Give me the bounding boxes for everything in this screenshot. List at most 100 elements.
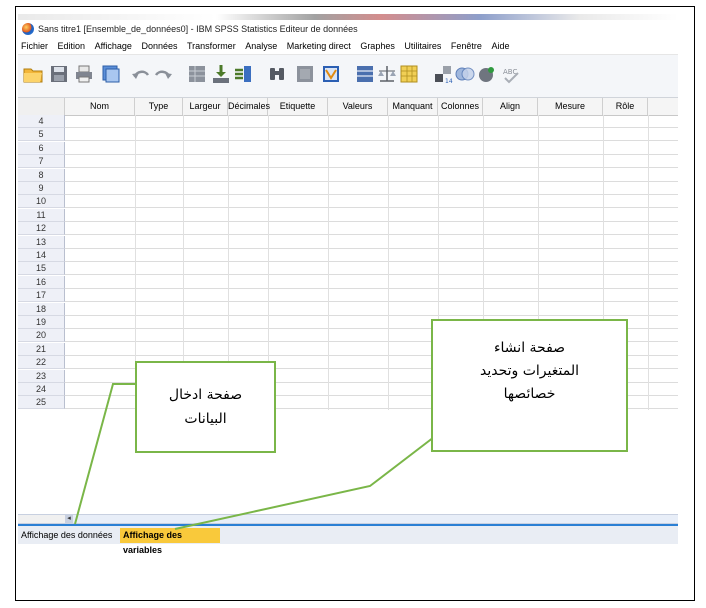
table-row: 16 bbox=[18, 275, 678, 289]
toolbar: 14 ABC bbox=[18, 55, 678, 98]
table-row: 13 bbox=[18, 235, 678, 249]
row-cells[interactable] bbox=[65, 169, 678, 182]
show-all-icon[interactable] bbox=[476, 63, 498, 85]
row-number[interactable]: 5 bbox=[18, 128, 65, 142]
col-nom[interactable]: Nom bbox=[65, 98, 135, 115]
row-number[interactable]: 17 bbox=[18, 289, 65, 303]
row-cells[interactable] bbox=[65, 303, 678, 316]
row-cells[interactable] bbox=[65, 289, 678, 303]
table-row: 5 bbox=[18, 128, 678, 142]
row-cells[interactable] bbox=[65, 182, 678, 195]
row-number[interactable]: 22 bbox=[18, 356, 65, 370]
row-number[interactable]: 25 bbox=[18, 396, 65, 410]
row-number[interactable]: 11 bbox=[18, 208, 65, 222]
menu-utilitaires[interactable]: Utilitaires bbox=[404, 38, 441, 54]
menu-graphes[interactable]: Graphes bbox=[360, 38, 395, 54]
row-cells[interactable] bbox=[65, 249, 678, 262]
row-number[interactable]: 7 bbox=[18, 155, 65, 169]
scroll-left-arrow-icon[interactable]: ◂ bbox=[65, 515, 73, 523]
svg-text:14: 14 bbox=[445, 78, 453, 85]
menu-affichage[interactable]: Affichage bbox=[95, 38, 132, 54]
row-number[interactable]: 16 bbox=[18, 275, 65, 289]
col-valeurs[interactable]: Valeurs bbox=[328, 98, 388, 115]
row-number[interactable]: 8 bbox=[18, 168, 65, 182]
grid-column-line bbox=[328, 115, 329, 410]
row-number[interactable]: 19 bbox=[18, 316, 65, 329]
row-number[interactable]: 20 bbox=[18, 329, 65, 343]
row-cells[interactable] bbox=[65, 115, 678, 128]
row-number[interactable]: 9 bbox=[18, 182, 65, 195]
redo-icon[interactable] bbox=[152, 63, 174, 85]
row-number[interactable]: 13 bbox=[18, 235, 65, 249]
spss-app-icon bbox=[22, 23, 34, 35]
grid-header: Nom Type Largeur Décimales Etiquette Val… bbox=[18, 98, 678, 116]
col-decimales[interactable]: Décimales bbox=[228, 98, 270, 115]
print-icon[interactable] bbox=[73, 63, 95, 85]
menu-donnees[interactable]: Données bbox=[141, 38, 177, 54]
col-mesure[interactable]: Mesure bbox=[538, 98, 603, 115]
row-number[interactable]: 10 bbox=[18, 195, 65, 209]
row-number[interactable]: 6 bbox=[18, 141, 65, 155]
row-cells[interactable] bbox=[65, 236, 678, 249]
menu-marketing-direct[interactable]: Marketing direct bbox=[287, 38, 351, 54]
table-row: 9 bbox=[18, 182, 678, 195]
row-cells[interactable] bbox=[65, 262, 678, 276]
callout-left-line1: صفحة ادخال bbox=[168, 387, 243, 403]
col-type[interactable]: Type bbox=[135, 98, 183, 115]
menu-aide[interactable]: Aide bbox=[491, 38, 509, 54]
row-number[interactable]: 15 bbox=[18, 262, 65, 276]
col-role[interactable]: Rôle bbox=[603, 98, 648, 115]
insert-variable-icon[interactable] bbox=[320, 63, 342, 85]
value-labels-icon[interactable]: 14 bbox=[432, 63, 454, 85]
col-largeur[interactable]: Largeur bbox=[183, 98, 228, 115]
col-etiquette[interactable]: Etiquette bbox=[268, 98, 328, 115]
select-cases-icon[interactable] bbox=[398, 63, 420, 85]
row-number[interactable]: 14 bbox=[18, 249, 65, 262]
row-cells[interactable] bbox=[65, 222, 678, 236]
spell-check-icon[interactable]: ABC bbox=[500, 63, 522, 85]
col-align[interactable]: Align bbox=[483, 98, 538, 115]
row-cells[interactable] bbox=[65, 142, 678, 155]
tab-variable-view[interactable]: Affichage des variables bbox=[120, 528, 220, 555]
table-row: 17 bbox=[18, 289, 678, 303]
weight-cases-icon[interactable] bbox=[376, 63, 398, 85]
col-colonnes[interactable]: Colonnes bbox=[438, 98, 483, 115]
variables-icon[interactable] bbox=[232, 63, 254, 85]
use-sets-icon[interactable] bbox=[454, 63, 476, 85]
menu-fenetre[interactable]: Fenêtre bbox=[451, 38, 482, 54]
row-cells[interactable] bbox=[65, 195, 678, 209]
menu-analyse[interactable]: Analyse bbox=[245, 38, 277, 54]
callout-left-line2: البيانات bbox=[184, 411, 227, 427]
row-number[interactable]: 23 bbox=[18, 369, 65, 383]
insert-cases-icon[interactable] bbox=[294, 63, 316, 85]
row-number[interactable]: 4 bbox=[18, 115, 65, 128]
scroll-corner bbox=[18, 515, 65, 523]
goto-variable-icon[interactable] bbox=[210, 63, 232, 85]
table-row: 14 bbox=[18, 249, 678, 262]
dialog-recall-icon[interactable] bbox=[100, 63, 122, 85]
horizontal-scrollbar[interactable]: ◂ bbox=[18, 514, 678, 524]
menu-fichier[interactable]: Fichier bbox=[21, 38, 48, 54]
col-manquant[interactable]: Manquant bbox=[388, 98, 438, 115]
row-number[interactable]: 21 bbox=[18, 342, 65, 356]
row-cells[interactable] bbox=[65, 155, 678, 169]
callout-data-entry: صفحة ادخال البيانات bbox=[135, 361, 276, 453]
row-cells[interactable] bbox=[65, 276, 678, 289]
row-cells[interactable] bbox=[65, 209, 678, 222]
tab-data-view[interactable]: Affichage des données bbox=[18, 528, 120, 543]
row-number[interactable]: 18 bbox=[18, 302, 65, 316]
row-number[interactable]: 12 bbox=[18, 222, 65, 236]
save-icon[interactable] bbox=[48, 63, 70, 85]
open-folder-icon[interactable] bbox=[22, 63, 44, 85]
table-row: 10 bbox=[18, 195, 678, 209]
undo-icon[interactable] bbox=[130, 63, 152, 85]
row-cells[interactable] bbox=[65, 128, 678, 142]
menu-edition[interactable]: Edition bbox=[58, 38, 86, 54]
callout-variable-creation: صفحة انشاء المتغيرات وتحديد خصائصها bbox=[431, 319, 628, 452]
find-icon[interactable] bbox=[266, 63, 288, 85]
title-bar: Sans titre1 [Ensemble_de_données0] - IBM… bbox=[18, 20, 678, 38]
menu-transformer[interactable]: Transformer bbox=[187, 38, 236, 54]
goto-case-icon[interactable] bbox=[186, 63, 208, 85]
row-number[interactable]: 24 bbox=[18, 383, 65, 396]
split-file-icon[interactable] bbox=[354, 63, 376, 85]
